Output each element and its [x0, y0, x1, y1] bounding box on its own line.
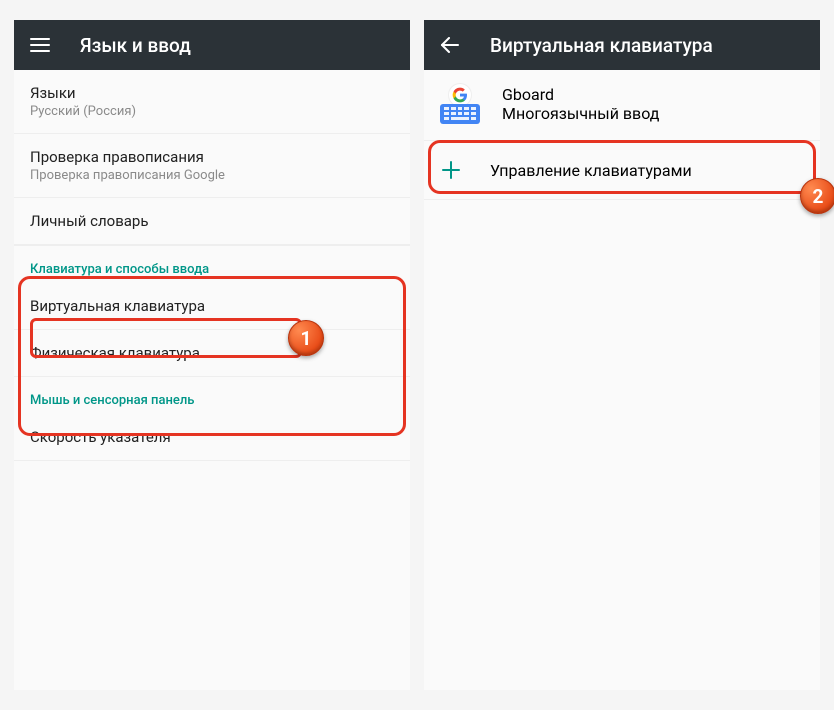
gboard-text: Gboard Многоязычный ввод	[502, 85, 659, 123]
row-personal-dict[interactable]: Личный словарь	[14, 198, 410, 245]
phone-right: Виртуальная клавиатура	[424, 20, 820, 690]
gboard-icon	[440, 84, 480, 124]
content-left: Языки Русский (Россия) Проверка правопис…	[14, 70, 410, 690]
annotation-badge-2: 2	[800, 178, 834, 214]
row-virtual-keyboard-label: Виртуальная клавиатура	[30, 297, 394, 315]
row-personal-dict-label: Личный словарь	[30, 212, 394, 230]
row-pointer-speed[interactable]: Скорость указателя	[14, 414, 410, 461]
row-spellcheck[interactable]: Проверка правописания Проверка правописа…	[14, 134, 410, 198]
menu-icon[interactable]	[28, 33, 52, 57]
appbar-right: Виртуальная клавиатура	[424, 20, 820, 70]
content-right: Gboard Многоязычный ввод Управление клав…	[424, 70, 820, 690]
row-languages-label: Языки	[30, 84, 394, 102]
page-title-left: Язык и ввод	[80, 34, 191, 57]
row-spellcheck-label: Проверка правописания	[30, 148, 394, 166]
appbar-left: Язык и ввод	[14, 20, 410, 70]
plus-icon	[440, 159, 462, 181]
phone-left: Язык и ввод Языки Русский (Россия) Прове…	[14, 20, 410, 690]
row-manage-keyboards[interactable]: Управление клавиатурами	[424, 141, 820, 200]
section-keyboard-header: Клавиатура и способы ввода	[14, 245, 410, 283]
gboard-subtitle: Многоязычный ввод	[502, 104, 659, 123]
row-physical-keyboard[interactable]: Физическая клавиатура	[14, 330, 410, 376]
manage-keyboards-label: Управление клавиатурами	[490, 161, 692, 180]
row-virtual-keyboard[interactable]: Виртуальная клавиатура	[14, 283, 410, 330]
annotation-badge-1: 1	[288, 320, 324, 356]
page-title-right: Виртуальная клавиатура	[490, 34, 713, 57]
back-icon[interactable]	[438, 33, 462, 57]
row-physical-keyboard-label: Физическая клавиатура	[30, 344, 394, 362]
row-spellcheck-value: Проверка правописания Google	[30, 168, 394, 183]
row-languages[interactable]: Языки Русский (Россия)	[14, 70, 410, 134]
gboard-title: Gboard	[502, 85, 659, 104]
row-gboard[interactable]: Gboard Многоязычный ввод	[424, 70, 820, 141]
row-languages-value: Русский (Россия)	[30, 104, 394, 119]
row-pointer-speed-label: Скорость указателя	[30, 428, 394, 446]
section-mouse-header: Мышь и сенсорная панель	[14, 376, 410, 414]
